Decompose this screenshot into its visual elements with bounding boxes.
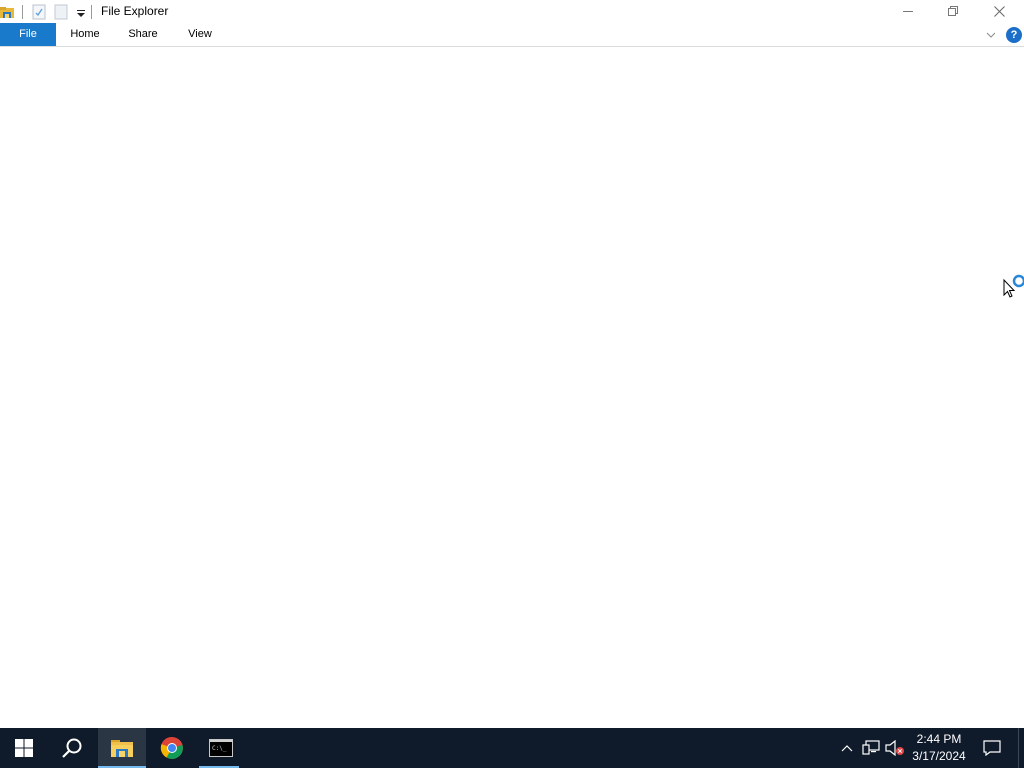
tab-file[interactable]: File (0, 23, 56, 46)
chevron-up-icon (841, 745, 853, 752)
minimize-button[interactable] (885, 0, 931, 22)
action-center-button[interactable] (979, 728, 1005, 768)
chrome-icon (160, 736, 183, 759)
search-button[interactable] (48, 728, 96, 768)
windows-logo-icon (15, 739, 33, 757)
network-tray-button[interactable] (859, 728, 883, 768)
tab-share[interactable]: Share (120, 23, 166, 46)
volume-tray-button[interactable] (883, 728, 907, 768)
restore-icon (948, 6, 958, 16)
search-icon (62, 738, 82, 758)
taskbar-command-prompt[interactable]: C:\_ (197, 728, 245, 768)
show-desktop-button[interactable] (1018, 728, 1024, 768)
close-icon (993, 5, 1005, 17)
svg-text:C:\_: C:\_ (212, 745, 227, 752)
help-button[interactable]: ? (1006, 27, 1022, 43)
file-explorer-window: File Explorer File Home Share View ? (0, 0, 1024, 728)
close-button[interactable] (976, 0, 1022, 22)
terminal-icon: C:\_ (209, 739, 233, 757)
clock-date: 3/17/2024 (912, 749, 966, 763)
start-button[interactable] (0, 728, 48, 768)
qat-separator (22, 5, 23, 19)
folder-icon (111, 740, 133, 757)
ribbon-tabs: File Home Share View ? (0, 23, 1024, 47)
title-bar: File Explorer (0, 0, 1024, 23)
clock-time: 2:44 PM (916, 732, 962, 746)
taskbar-file-explorer[interactable] (98, 728, 146, 768)
clock[interactable]: 2:44 PM 3/17/2024 (906, 728, 972, 768)
busy-cursor (1003, 273, 1024, 301)
volume-muted-icon (885, 740, 904, 756)
properties-icon[interactable] (31, 4, 47, 20)
expand-ribbon-button[interactable] (984, 28, 998, 42)
content-area (0, 48, 1024, 728)
chevron-down-icon (986, 32, 996, 38)
customize-dropdown-icon[interactable] (73, 4, 89, 20)
window-title: File Explorer (101, 4, 169, 18)
quick-access-toolbar (0, 2, 92, 22)
new-folder-icon[interactable] (53, 4, 69, 20)
ribbon-controls: ? (984, 25, 1022, 45)
file-explorer-icon[interactable] (0, 4, 16, 20)
minimize-icon (903, 11, 913, 12)
title-separator (91, 5, 92, 19)
tab-home[interactable]: Home (62, 23, 108, 46)
notification-icon (983, 740, 1001, 756)
network-icon (862, 740, 880, 755)
tab-view[interactable]: View (177, 23, 223, 46)
taskbar: C:\_ 2:44 PM 3/17/2024 (0, 728, 1024, 768)
restore-button[interactable] (930, 0, 976, 22)
show-hidden-icons-button[interactable] (835, 728, 859, 768)
taskbar-chrome[interactable] (148, 728, 196, 768)
